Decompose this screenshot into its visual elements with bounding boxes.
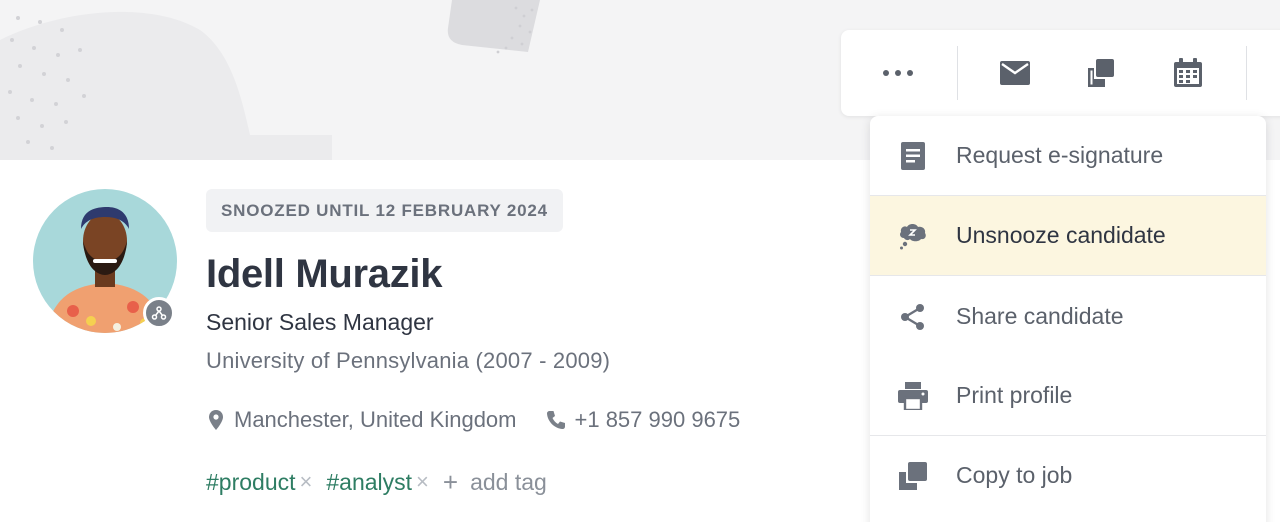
candidate-education: University of Pennsylvania (2007 - 2009) [206,348,611,373]
more-icon [883,70,913,76]
print-icon [898,381,928,411]
more-actions-button[interactable] [863,30,933,116]
menu-item-label: Print profile [956,382,1073,408]
menu-item-label: Unsnooze candidate [956,222,1166,248]
location-pin-icon [209,410,223,430]
menu-item-label: Share candidate [956,303,1124,329]
tag-label[interactable]: #product [206,469,296,496]
toolbar-divider [957,46,958,100]
candidate-contact-row: Manchester, United Kingdom +1 857 990 96… [206,405,740,435]
add-tag-label: add tag [470,468,547,495]
tag-analyst: #analyst × [326,469,443,496]
menu-item-print-profile[interactable]: Print profile [870,356,1266,435]
share-icon [898,302,928,332]
candidate-title: Senior Sales Manager [206,309,434,335]
calendar-icon [1174,58,1202,87]
email-button[interactable] [980,30,1050,116]
candidate-name: Idell Murazik [206,252,443,296]
menu-item-copy-to-job[interactable]: Copy to job [870,436,1266,515]
remove-tag-icon[interactable]: × [416,469,429,495]
location-item: Manchester, United Kingdom [206,407,517,433]
email-icon [1000,61,1030,85]
more-actions-menu: Request e-signature Unsnooze candidate S… [870,116,1266,522]
snooze-status-badge: SNOOZED UNTIL 12 FEBRUARY 2024 [206,189,563,232]
menu-item-share-candidate[interactable]: Share candidate [870,277,1266,356]
integration-badge-icon [143,297,175,329]
add-tag-button[interactable]: + add tag [443,467,547,498]
toolbar-divider [1246,46,1247,100]
snooze-icon [898,221,928,251]
menu-item-label: Copy to job [956,462,1073,488]
menu-item-request-e-signature[interactable]: Request e-signature [870,116,1266,195]
copy-to-job-icon [898,461,928,491]
location-text: Manchester, United Kingdom [234,407,517,432]
phone-icon [546,411,565,429]
tags-row: #product × #analyst × + add tag [206,466,547,498]
menu-divider [870,275,1266,276]
plus-icon: + [442,466,459,497]
phone-item[interactable]: +1 857 990 9675 [545,407,741,433]
copy-icon [1088,59,1114,87]
phone-text[interactable]: +1 857 990 9675 [575,407,741,433]
remove-tag-icon[interactable]: × [300,469,313,495]
menu-item-unsnooze-candidate[interactable]: Unsnooze candidate [870,196,1266,275]
schedule-button[interactable] [1153,30,1223,116]
document-icon [898,141,928,171]
tag-product: #product × [206,469,326,496]
menu-item-label: Request e-signature [956,142,1164,168]
copy-button[interactable] [1066,30,1136,116]
tag-label[interactable]: #analyst [326,469,412,496]
candidate-action-toolbar [841,30,1280,116]
